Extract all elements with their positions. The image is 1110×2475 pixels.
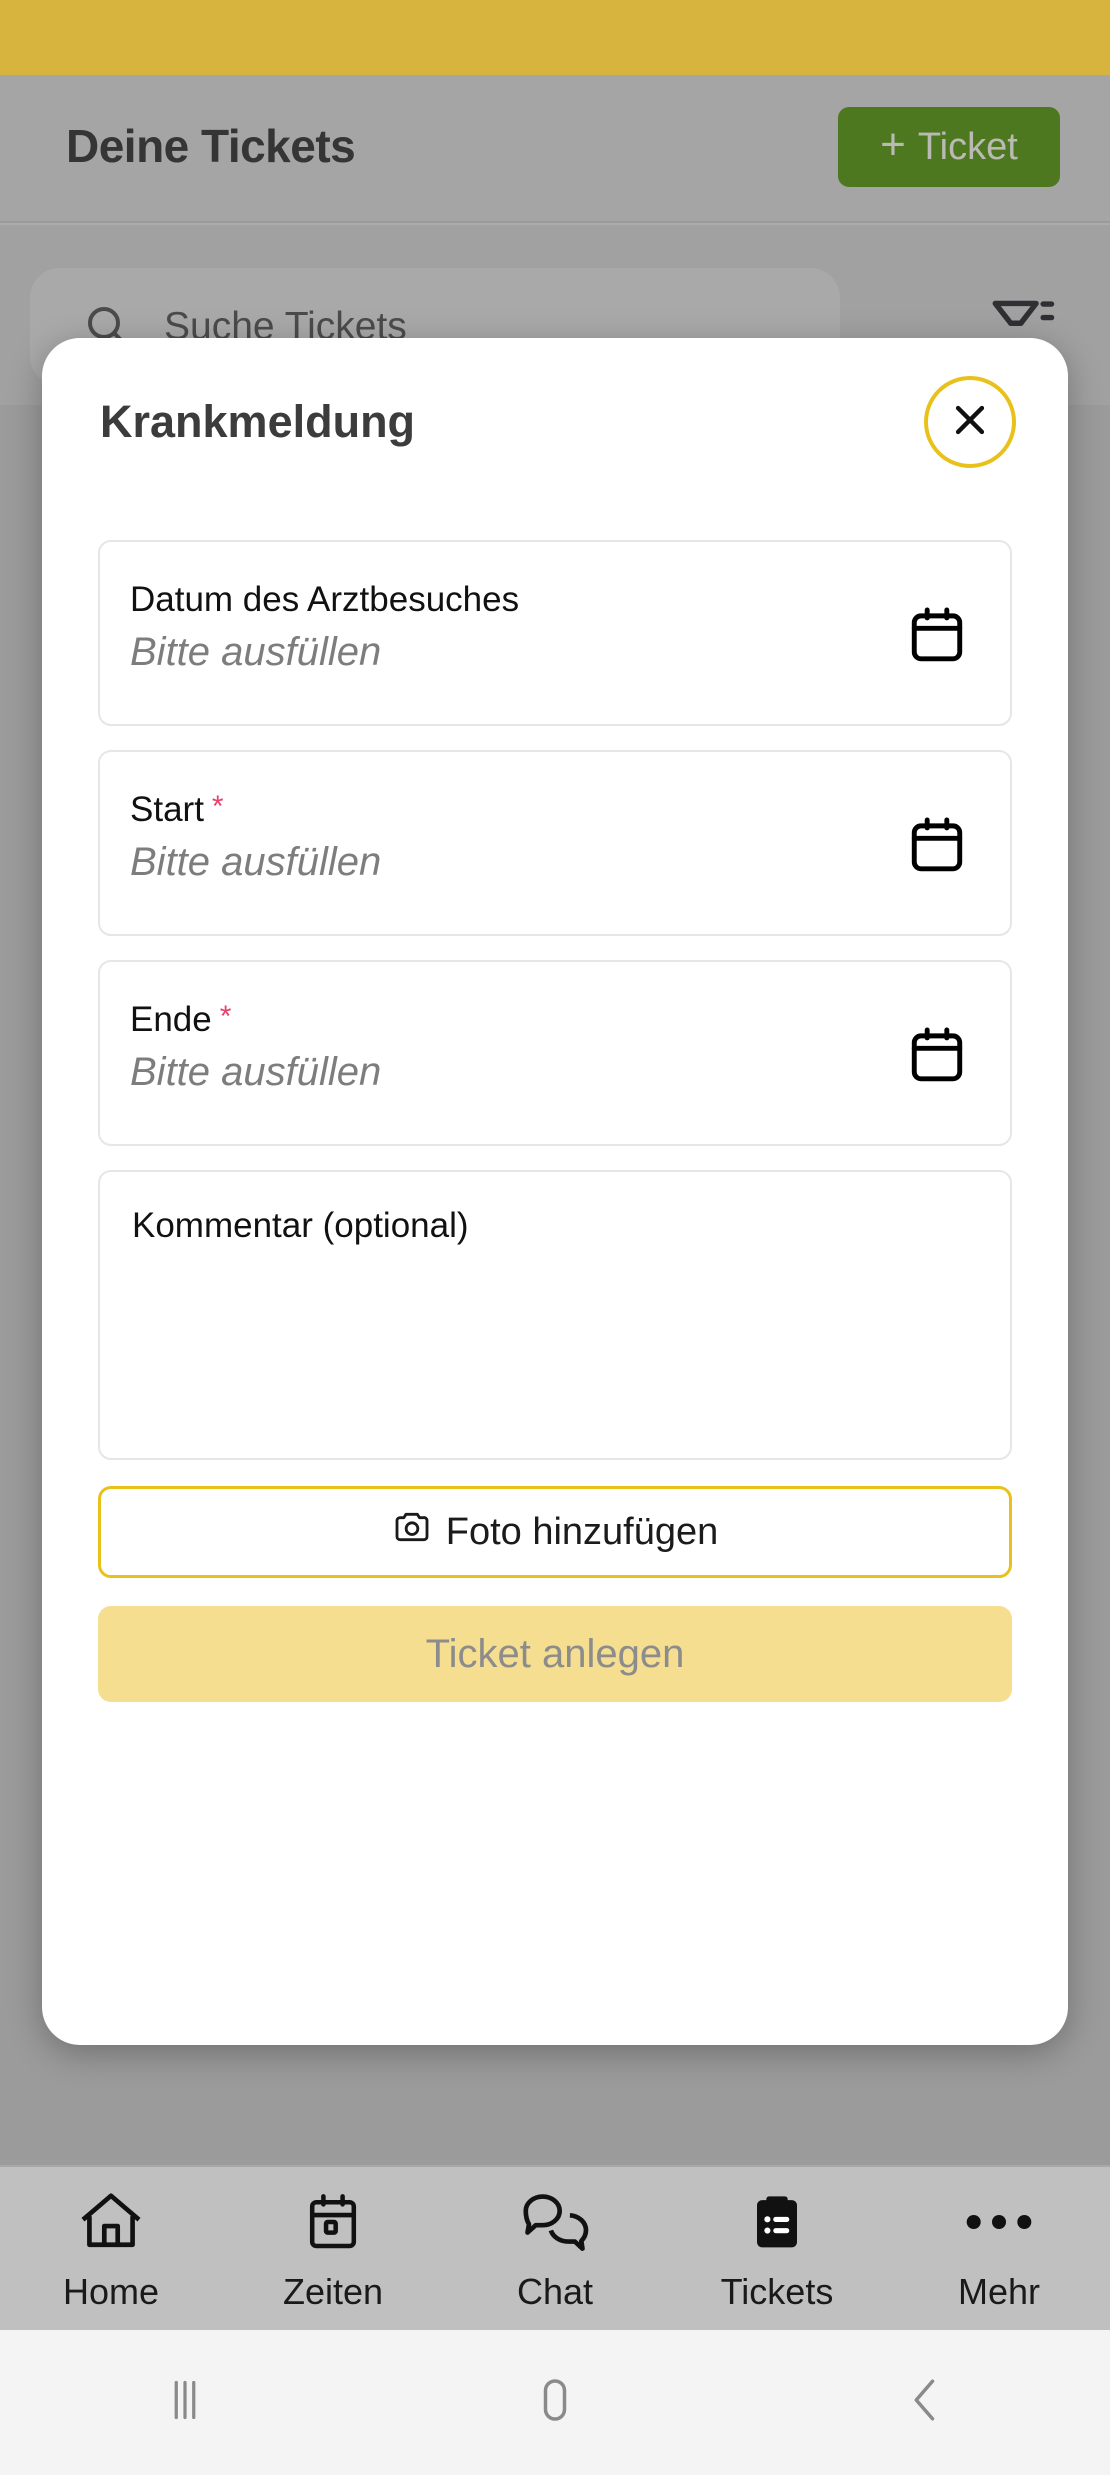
- field-label: Datum des Arztbesuches: [130, 580, 527, 620]
- calendar-icon[interactable]: [906, 814, 968, 881]
- create-ticket-button[interactable]: Ticket anlegen: [98, 1606, 1012, 1702]
- nav-label: Mehr: [957, 2270, 1041, 2312]
- nav-label: Chat: [516, 2270, 594, 2312]
- close-icon: [948, 398, 992, 447]
- calendar-icon[interactable]: [906, 604, 968, 671]
- dialog-form: Datum des Arztbesuches Bitte ausfüllen S…: [98, 540, 1012, 1702]
- nav-label: Tickets: [720, 2270, 834, 2312]
- comment-label: Kommentar (optional): [132, 1206, 469, 1245]
- add-photo-label: Foto hinzufügen: [445, 1510, 719, 1553]
- chat-bubbles-icon: [517, 2185, 593, 2259]
- required-asterisk: *: [211, 790, 224, 823]
- field-ende[interactable]: Ende * Bitte ausfüllen: [98, 960, 1012, 1146]
- calendar-icon[interactable]: [906, 1024, 968, 1091]
- home-button[interactable]: [370, 2370, 740, 2435]
- nav-item-zeiten[interactable]: Zeiten: [222, 2167, 444, 2330]
- field-label-text: Datum des Arztbesuches: [130, 580, 520, 619]
- field-label-text: Start: [130, 790, 204, 829]
- nav-label: Home: [62, 2270, 160, 2312]
- field-label-text: Ende: [130, 1000, 212, 1039]
- field-value: Bitte ausfüllen: [130, 840, 382, 884]
- nav-label: Zeiten: [282, 2270, 384, 2312]
- camera-icon: [392, 1507, 432, 1557]
- clipboard-list-icon: [745, 2185, 809, 2259]
- close-button[interactable]: [924, 376, 1016, 468]
- phone-screen: Deine Tickets + Ticket Suche Tickets Kra…: [0, 0, 1110, 2475]
- comment-textarea[interactable]: Kommentar (optional): [98, 1170, 1012, 1460]
- nav-item-chat[interactable]: Chat: [444, 2167, 666, 2330]
- krankmeldung-dialog: Krankmeldung Datum des Arztbesuches Bitt…: [42, 338, 1068, 2045]
- ellipsis-icon: [962, 2185, 1036, 2259]
- dialog-header: Krankmeldung: [42, 338, 1068, 498]
- back-button[interactable]: [740, 2370, 1110, 2435]
- home-icon: [76, 2185, 146, 2259]
- recents-icon: [155, 2370, 215, 2435]
- system-navigation-bar: [0, 2330, 1110, 2475]
- field-datum-arztbesuch[interactable]: Datum des Arztbesuches Bitte ausfüllen: [98, 540, 1012, 726]
- dialog-title: Krankmeldung: [100, 396, 416, 447]
- field-value: Bitte ausfüllen: [130, 630, 382, 674]
- bottom-navigation: Home Zeiten Chat Tickets Mehr: [0, 2165, 1110, 2330]
- add-photo-button[interactable]: Foto hinzufügen: [98, 1486, 1012, 1578]
- field-label: Ende *: [130, 1000, 231, 1040]
- recents-button[interactable]: [0, 2370, 370, 2435]
- back-chevron-icon: [895, 2370, 955, 2435]
- calendar-icon: [301, 2185, 365, 2259]
- required-asterisk: *: [219, 1000, 232, 1033]
- nav-item-mehr[interactable]: Mehr: [888, 2167, 1110, 2330]
- nav-item-home[interactable]: Home: [0, 2167, 222, 2330]
- field-label: Start *: [130, 790, 224, 830]
- field-start[interactable]: Start * Bitte ausfüllen: [98, 750, 1012, 936]
- nav-item-tickets[interactable]: Tickets: [666, 2167, 888, 2330]
- home-pill-icon: [525, 2370, 585, 2435]
- field-value: Bitte ausfüllen: [130, 1050, 382, 1094]
